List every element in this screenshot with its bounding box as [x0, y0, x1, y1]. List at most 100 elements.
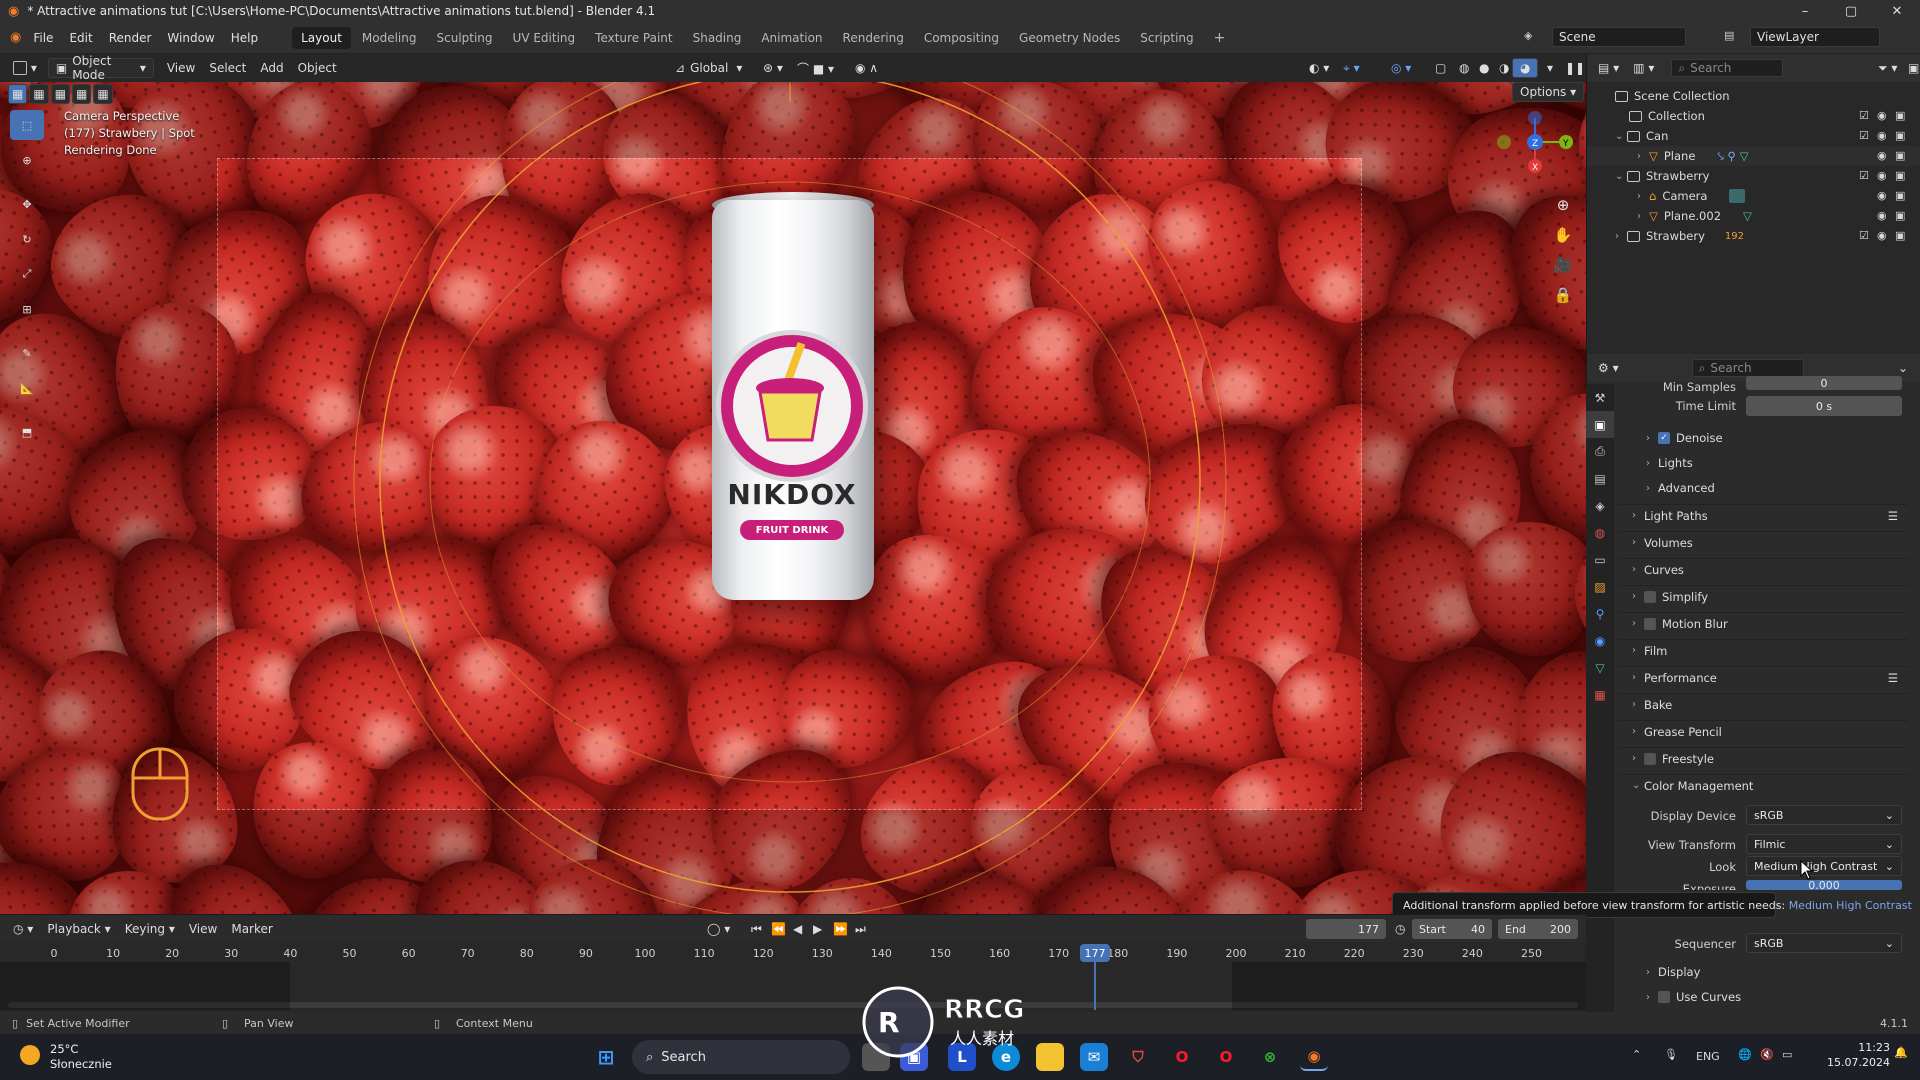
blender-app-icon[interactable]: ◉: [1300, 1043, 1328, 1071]
battery-icon[interactable]: ▭: [1782, 1048, 1792, 1061]
select-invert-icon[interactable]: ▦: [72, 84, 92, 104]
scale-tool-icon[interactable]: ⤢: [10, 259, 44, 289]
presets-icon[interactable]: ☰: [1888, 509, 1898, 523]
eye-icon[interactable]: ◉: [1877, 129, 1887, 142]
denoise-checkbox[interactable]: ✓: [1658, 432, 1670, 444]
eye-icon[interactable]: ◉: [1877, 229, 1887, 242]
render-camera-icon[interactable]: ▣: [1895, 229, 1905, 242]
add-workspace-button[interactable]: +: [1205, 26, 1235, 50]
outliner-row[interactable]: Scene Collection: [1587, 86, 1920, 106]
tab-compositing[interactable]: Compositing: [915, 27, 1008, 49]
navigation-gizmo[interactable]: Z Y X: [1490, 106, 1580, 186]
menu-view[interactable]: View: [160, 58, 202, 78]
expand-chevron-icon[interactable]: ›: [1637, 151, 1649, 162]
panel-freestyle[interactable]: › Freestyle: [1618, 747, 1908, 769]
weather-widget[interactable]: 25°C Słonecznie: [50, 1042, 112, 1072]
output-tab-icon[interactable]: ⎙: [1586, 438, 1614, 465]
sequencer-dropdown[interactable]: sRGB ⌄: [1746, 933, 1902, 953]
render-tab-icon[interactable]: ▣: [1586, 411, 1614, 438]
properties-search[interactable]: ⌕ Search: [1691, 359, 1804, 377]
visibility-icon[interactable]: ◐ ▾: [1302, 58, 1336, 78]
world-tab-icon[interactable]: ◍: [1586, 519, 1614, 546]
volume-muted-icon[interactable]: 🔇: [1760, 1048, 1774, 1061]
render-camera-icon[interactable]: ▣: [1895, 209, 1905, 222]
outliner-row[interactable]: ⌄ Strawberry: [1587, 166, 1920, 186]
view-layer-selector[interactable]: ViewLayer: [1750, 27, 1880, 47]
display-mode-icon[interactable]: ▥ ▾: [1626, 58, 1661, 78]
panel-simplify[interactable]: › Simplify: [1618, 585, 1908, 607]
menu-keying[interactable]: Keying ▾: [118, 919, 182, 939]
close-button[interactable]: ✕: [1874, 0, 1920, 22]
panel-performance[interactable]: › Performance ☰: [1618, 666, 1908, 688]
tab-layout[interactable]: Layout: [292, 26, 351, 49]
pivot-icon[interactable]: ⊛ ▾: [756, 58, 790, 78]
annotate-tool-icon[interactable]: ✎: [10, 338, 44, 368]
panel-volumes[interactable]: › Volumes: [1618, 531, 1908, 553]
minimize-button[interactable]: –: [1782, 0, 1828, 22]
object-tab-icon[interactable]: ▨: [1586, 573, 1614, 600]
3d-viewport[interactable]: NIKDOX FRUIT DRINK Camera Perspective (1…: [0, 82, 1586, 914]
tab-scripting[interactable]: Scripting: [1131, 27, 1202, 49]
menu-edit[interactable]: Edit: [61, 31, 100, 45]
eye-icon[interactable]: ◉: [1877, 169, 1887, 182]
simplify-checkbox[interactable]: [1644, 590, 1656, 603]
expand-chevron-icon[interactable]: ⌄: [1615, 131, 1627, 142]
tab-rendering[interactable]: Rendering: [834, 27, 913, 49]
physics-tab-icon[interactable]: ◉: [1586, 627, 1614, 654]
panel-color-management[interactable]: ⌄ Color Management: [1618, 774, 1908, 796]
tab-shading[interactable]: Shading: [684, 27, 751, 49]
clock[interactable]: 11:23 15.07.2024: [1818, 1040, 1890, 1070]
menu-add[interactable]: Add: [253, 58, 290, 78]
eye-icon[interactable]: ◉: [1877, 189, 1887, 202]
tab-modeling[interactable]: Modeling: [353, 27, 426, 49]
outliner-row[interactable]: Collection: [1587, 106, 1920, 126]
scene-tab-icon[interactable]: ◈: [1586, 492, 1614, 519]
playhead-frame[interactable]: 177: [1080, 944, 1110, 962]
overlay-toggle-icon[interactable]: ◎ ▾: [1384, 58, 1418, 78]
outliner-row[interactable]: ⌄ Can: [1587, 126, 1920, 146]
add-cube-tool-icon[interactable]: ⬒: [10, 417, 44, 447]
properties-editor-type-icon[interactable]: ⚙ ▾: [1591, 358, 1626, 378]
render-camera-icon[interactable]: ▣: [1895, 189, 1905, 202]
outliner-editor-type-icon[interactable]: ▤ ▾: [1591, 58, 1626, 78]
outliner-row[interactable]: › ▽ Plane ⤥ ⚲ ▽: [1587, 146, 1920, 166]
texture-tab-icon[interactable]: ▦: [1586, 681, 1614, 708]
render-camera-icon[interactable]: ▣: [1895, 169, 1905, 182]
menu-window[interactable]: Window: [159, 31, 222, 45]
notification-bell-icon[interactable]: 🔔: [1894, 1046, 1908, 1059]
jump-end-icon[interactable]: ⏭: [848, 919, 873, 939]
collection-tab-icon[interactable]: ▭: [1586, 546, 1614, 573]
select-intersect-icon[interactable]: ▦: [93, 84, 113, 104]
transform-tool-icon[interactable]: ⊞: [10, 294, 44, 324]
transform-orientation-selector[interactable]: ⊿ Global ▾: [668, 58, 749, 78]
zoom-icon[interactable]: ⊕: [1550, 192, 1576, 218]
maximize-button[interactable]: ▢: [1828, 0, 1874, 22]
tab-sculpting[interactable]: Sculpting: [428, 27, 502, 49]
outliner-row[interactable]: › Strawbery 192: [1587, 226, 1920, 246]
timeline-editor-type-icon[interactable]: ◷ ▾: [6, 919, 40, 939]
current-frame-field[interactable]: 177: [1306, 919, 1386, 939]
antivirus-app-icon[interactable]: ⛉: [1124, 1043, 1152, 1071]
render-camera-icon[interactable]: ▣: [1895, 129, 1905, 142]
menu-help[interactable]: Help: [223, 31, 266, 45]
cursor-tool-icon[interactable]: ⊕: [10, 145, 44, 175]
eye-icon[interactable]: ◉: [1877, 149, 1887, 162]
scene-icon[interactable]: ◈: [1524, 29, 1532, 42]
panel-light-paths[interactable]: › Light Paths ☰: [1618, 504, 1908, 526]
pan-hand-icon[interactable]: ✋: [1550, 222, 1576, 248]
editor-type-button[interactable]: ▾: [6, 58, 44, 78]
end-frame-field[interactable]: End 200: [1498, 919, 1578, 939]
options-dropdown[interactable]: Options ▾: [1512, 82, 1585, 102]
eye-icon[interactable]: ◉: [1877, 209, 1887, 222]
tray-chevron-icon[interactable]: ⌃: [1632, 1048, 1641, 1061]
menu-marker[interactable]: Marker: [224, 919, 279, 939]
lock-icon[interactable]: 🔒: [1550, 282, 1576, 308]
menu-render[interactable]: Render: [101, 31, 160, 45]
mail-app-icon[interactable]: ✉: [1080, 1043, 1108, 1071]
weather-sun-icon[interactable]: [20, 1045, 40, 1065]
panel-motion-blur[interactable]: › Motion Blur: [1618, 612, 1908, 634]
display-device-dropdown[interactable]: sRGB ⌄: [1746, 805, 1902, 825]
opera-browser-icon[interactable]: O: [1168, 1043, 1196, 1071]
properties-options-icon[interactable]: ⌄: [1891, 358, 1915, 378]
view-layer-icon[interactable]: ▤: [1724, 29, 1734, 42]
